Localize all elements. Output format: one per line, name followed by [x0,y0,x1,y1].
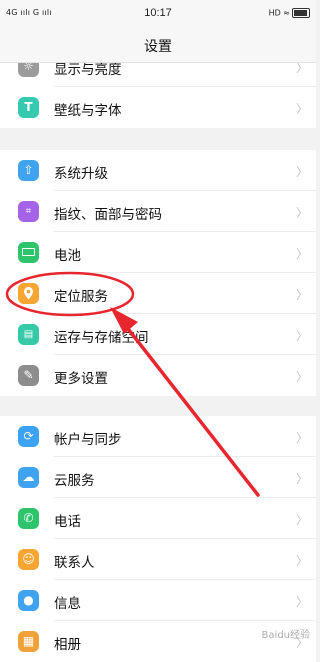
watermark: Baidu经验 [261,630,310,641]
settings-item-label: 电话 [54,514,81,530]
cloud-icon: ☁ [18,467,39,488]
settings-item-label: 云服务 [54,473,95,489]
group-spacer [0,396,316,416]
chevron-right-icon: 〉 [295,513,308,527]
settings-item-label: 相册 [54,637,81,653]
status-right-overlay: HD ≈ [269,8,310,18]
storage-icon: ▤ [18,324,39,345]
chevron-right-icon: 〉 [295,370,308,384]
upgrade-icon: ⇧ [18,160,39,181]
text-icon: T [18,97,39,118]
chevron-right-icon: 〉 [295,472,308,486]
account-icon: ⟳ [18,426,39,447]
settings-item-cloud[interactable]: ☁ 云服务 〉 [0,457,316,498]
settings-item-battery[interactable]: 电池 〉 [0,232,316,273]
settings-item-more[interactable]: ✎ 更多设置 〉 [0,355,316,396]
chevron-right-icon: 〉 [295,206,308,220]
chevron-right-icon: 〉 [295,288,308,302]
settings-item-contacts[interactable]: ☺ 联系人 〉 [0,539,316,580]
battery-icon [18,242,39,263]
settings-item-label: 更多设置 [54,371,108,387]
settings-item-label: 联系人 [54,555,95,571]
group-spacer [0,128,316,150]
settings-item-accounts[interactable]: ⟳ 帐户与同步 〉 [0,416,316,457]
chevron-right-icon: 〉 [295,165,308,179]
chevron-right-icon: 〉 [295,431,308,445]
chevron-right-icon: 〉 [295,595,308,609]
chevron-right-icon: 〉 [295,329,308,343]
wrench-icon: ✎ [18,365,39,386]
battery-status-icon [292,8,310,18]
settings-item-label: 运存与存储空间 [54,330,149,346]
settings-item-label: 指纹、面部与密码 [54,207,162,223]
settings-item-label: 系统升级 [54,166,108,182]
settings-item-system-upgrade[interactable]: ⇧ 系统升级 〉 [0,150,316,191]
chevron-right-icon: 〉 [295,554,308,568]
settings-item-wallpaper[interactable]: T 壁纸与字体 〉 [0,87,316,128]
chevron-right-icon: 〉 [295,102,308,116]
phone-icon: ✆ [18,508,39,529]
contacts-icon: ☺ [18,549,39,570]
settings-item-label: 定位服务 [54,289,108,305]
message-icon: ● [18,590,39,611]
settings-item-label: 壁纸与字体 [54,103,122,119]
page-title-overlay: 设置 [144,39,172,55]
chevron-right-icon: 〉 [295,247,308,261]
settings-item-storage[interactable]: ▤ 运存与存储空间 〉 [0,314,316,355]
settings-item-label: 电池 [54,248,81,264]
location-icon [18,283,39,304]
status-right-text-overlay: HD ≈ [268,8,290,18]
settings-item-label: 帐户与同步 [54,432,122,448]
settings-item-label: 信息 [54,596,81,612]
nav-bar-overlay: 设置 [0,28,316,63]
settings-group-2: ⇧ 系统升级 〉 ⌗ 指纹、面部与密码 〉 电池 〉 定位服务 〉 ▤ 运存与存… [0,150,316,396]
settings-item-location[interactable]: 定位服务 〉 [0,273,316,314]
fingerprint-icon: ⌗ [18,201,39,222]
settings-item-fingerprint[interactable]: ⌗ 指纹、面部与密码 〉 [0,191,316,232]
status-bar-overlay: 4G ıılı G ıılı 10:17 HD ≈ [0,0,316,28]
settings-item-messages[interactable]: ● 信息 〉 [0,580,316,621]
settings-item-phone[interactable]: ✆ 电话 〉 [0,498,316,539]
